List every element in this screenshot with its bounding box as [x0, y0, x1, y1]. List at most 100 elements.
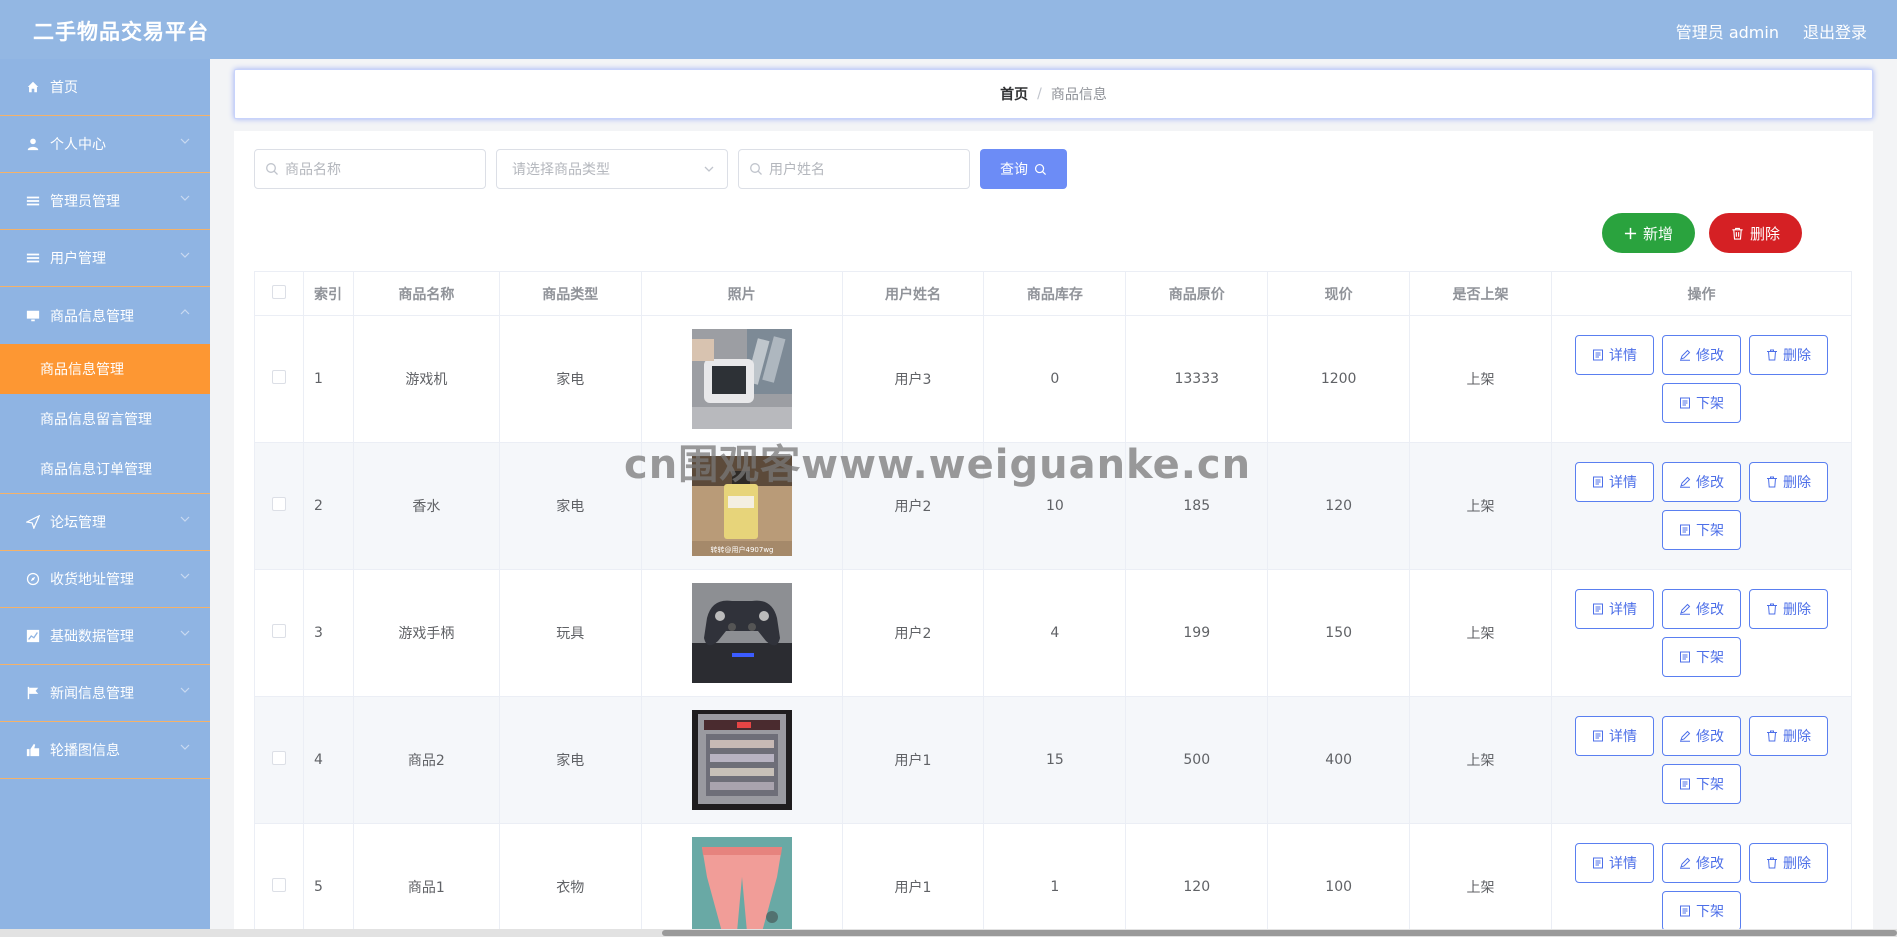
sidebar-item-label: 新闻信息管理 — [50, 686, 134, 702]
goods-photo-gamepad[interactable] — [691, 583, 792, 683]
document-icon — [1592, 857, 1603, 869]
sidebar-item-carousel[interactable]: 轮播图信息 — [0, 722, 210, 779]
logout-link[interactable]: 退出登录 — [1803, 19, 1867, 43]
offshelf-label: 下架 — [1695, 904, 1724, 920]
add-button[interactable]: 新增 — [1602, 213, 1695, 253]
detail-button[interactable]: 详情 — [1574, 716, 1654, 756]
row-checkbox[interactable] — [271, 497, 286, 511]
scrollbar-thumb[interactable] — [662, 930, 1897, 936]
compass-icon — [24, 570, 42, 588]
edit-label: 修改 — [1695, 475, 1724, 491]
chevron-down-icon — [180, 744, 190, 750]
delete-button[interactable]: 删除 — [1748, 716, 1828, 756]
edit-button[interactable]: 修改 — [1661, 335, 1741, 375]
sidebar-item-forum[interactable]: 论坛管理 — [0, 494, 210, 551]
row-checkbox[interactable] — [271, 370, 286, 384]
edit-button[interactable]: 修改 — [1661, 589, 1741, 629]
sidebar-item-news[interactable]: 新闻信息管理 — [0, 665, 210, 722]
detail-label: 详情 — [1608, 729, 1637, 745]
send-icon — [24, 513, 42, 531]
horizontal-scrollbar[interactable] — [0, 929, 1897, 937]
delete-button[interactable]: 删除 — [1748, 462, 1828, 502]
goods-type-placeholder: 请选择商品类型 — [512, 162, 610, 178]
header-photo: 照片 — [640, 271, 843, 316]
breadcrumb-current: 商品信息 — [1050, 87, 1107, 103]
cell-price: 400 — [1267, 696, 1411, 824]
sidebar-subitem-goods-comments[interactable]: 商品信息留言管理 — [0, 394, 210, 444]
sidebar-item-label: 个人中心 — [50, 137, 106, 153]
delete-button[interactable]: 删除 — [1748, 335, 1828, 375]
offshelf-button[interactable]: 下架 — [1661, 764, 1741, 804]
row-checkbox[interactable] — [271, 624, 286, 638]
delete-button[interactable]: 删除 — [1748, 843, 1828, 883]
chevron-down-icon — [180, 573, 190, 579]
offshelf-button[interactable]: 下架 — [1661, 383, 1741, 423]
cell-price: 150 — [1267, 569, 1411, 697]
query-button[interactable]: 查询 — [980, 149, 1067, 189]
cell-status: 上架 — [1409, 442, 1552, 570]
user-name-input[interactable]: 用户姓名 — [738, 149, 970, 189]
photo-caption: 转转@用户4907wg — [710, 545, 773, 554]
offshelf-button[interactable]: 下架 — [1661, 510, 1741, 550]
cell-stock: 1 — [983, 823, 1127, 937]
sidebar-item-label: 轮播图信息 — [50, 743, 120, 759]
edit-button[interactable]: 修改 — [1661, 462, 1741, 502]
breadcrumb-separator: / — [1037, 86, 1042, 102]
sidebar-item-admin[interactable]: 管理员管理 — [0, 173, 210, 230]
detail-button[interactable]: 详情 — [1574, 843, 1654, 883]
detail-label: 详情 — [1608, 475, 1637, 491]
cell-original-price: 500 — [1125, 696, 1269, 824]
edit-button[interactable]: 修改 — [1661, 843, 1741, 883]
batch-delete-button[interactable]: 删除 — [1709, 213, 1802, 253]
goods-photo-cabinet[interactable] — [691, 710, 792, 810]
cell-price: 1200 — [1267, 315, 1411, 443]
sidebar-menu: 首页 个人中心 管理员管理 用户管理 商品信息管理 商品信息管理 商品信息留言管… — [0, 59, 210, 937]
sidebar-item-label: 收货地址管理 — [50, 572, 134, 588]
cell-goods-name: 商品2 — [352, 696, 500, 824]
offshelf-button[interactable]: 下架 — [1661, 637, 1741, 677]
cell-original-price: 120 — [1125, 823, 1269, 937]
goods-photo-game-console[interactable] — [691, 329, 792, 429]
cell-index: 4 — [302, 696, 354, 824]
header-goods-type: 商品类型 — [498, 271, 642, 316]
sidebar-item-basedata[interactable]: 基础数据管理 — [0, 608, 210, 665]
cell-index: 5 — [302, 823, 354, 937]
offshelf-button[interactable]: 下架 — [1661, 891, 1741, 931]
detail-button[interactable]: 详情 — [1574, 462, 1654, 502]
select-all-cell — [254, 271, 304, 316]
cell-actions: 详情 修改 删除 下架 — [1550, 696, 1853, 824]
goods-type-select[interactable]: 请选择商品类型 — [496, 149, 728, 189]
row-checkbox[interactable] — [271, 878, 286, 892]
sidebar-item-users[interactable]: 用户管理 — [0, 230, 210, 287]
detail-button[interactable]: 详情 — [1574, 335, 1654, 375]
sidebar-item-home[interactable]: 首页 — [0, 59, 210, 116]
offshelf-label: 下架 — [1695, 777, 1724, 793]
delete-label: 删除 — [1782, 729, 1811, 745]
offshelf-label: 下架 — [1695, 396, 1724, 412]
sidebar-item-goods[interactable]: 商品信息管理 — [0, 287, 210, 344]
goods-name-input[interactable]: 商品名称 — [254, 149, 486, 189]
delete-button[interactable]: 删除 — [1748, 589, 1828, 629]
search-icon — [266, 163, 278, 175]
row-select-cell — [254, 823, 304, 937]
chevron-down-icon — [180, 138, 190, 144]
sidebar-item-personal[interactable]: 个人中心 — [0, 116, 210, 173]
offshelf-label: 下架 — [1695, 523, 1724, 539]
breadcrumb-home[interactable]: 首页 — [1000, 84, 1028, 104]
detail-button[interactable]: 详情 — [1574, 589, 1654, 629]
edit-button[interactable]: 修改 — [1661, 716, 1741, 756]
sidebar-subitem-goods-orders[interactable]: 商品信息订单管理 — [0, 444, 210, 494]
cell-user-name: 用户2 — [841, 569, 985, 697]
goods-photo-clothing[interactable] — [691, 837, 792, 937]
header-goods-name: 商品名称 — [352, 271, 500, 316]
table-row: 1 游戏机 家电 用户3 0 13333 1200 上架 详情 修改 删除 下架 — [254, 315, 1853, 443]
cell-original-price: 13333 — [1125, 315, 1269, 443]
row-checkbox[interactable] — [271, 751, 286, 765]
row-select-cell — [254, 696, 304, 824]
cell-stock: 0 — [983, 315, 1127, 443]
select-all-checkbox[interactable] — [271, 284, 286, 299]
sidebar-item-address[interactable]: 收货地址管理 — [0, 551, 210, 608]
header-price: 现价 — [1267, 271, 1411, 316]
sidebar-subitem-goods-info[interactable]: 商品信息管理 — [0, 344, 210, 394]
header-user-area: 管理员 admin 退出登录 — [1676, 19, 1867, 43]
